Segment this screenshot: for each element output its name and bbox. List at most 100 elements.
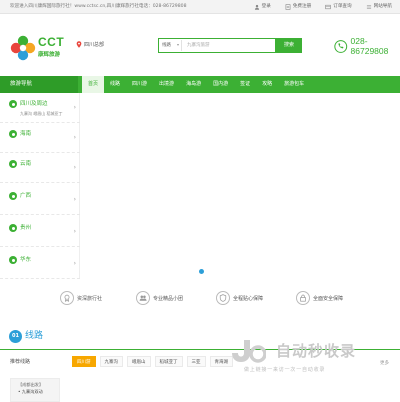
register-icon [285, 4, 291, 10]
search-category-label: 线路 [162, 43, 171, 48]
watermark-logo-icon [232, 340, 266, 363]
search-input[interactable] [185, 40, 273, 51]
main-nav: 旅游导航 首页 线路 四川游 出境游 海岛游 国内游 签证 攻略 旅游包车 [0, 76, 400, 93]
top-links: 登录 免费注册 订单查询 网站导航 [254, 0, 392, 14]
feature-item: 资深旅行社 [60, 291, 102, 305]
category-item[interactable]: 海南 › [0, 123, 80, 153]
feature-item: 全程贴心保障 [216, 291, 263, 305]
feature-label: 全面安全保障 [313, 295, 344, 302]
chevron-right-icon: › [73, 134, 76, 141]
feature-item: 专业精品小团 [136, 291, 183, 305]
search-button[interactable]: 搜索 [276, 38, 302, 53]
order-query-label: 订单查询 [333, 4, 352, 9]
category-item[interactable]: 四川及周边 九寨沟 峨眉山 稻城亚丁 › [0, 93, 80, 123]
lock-icon [296, 291, 310, 305]
city-label: 四川总部 [84, 42, 105, 48]
nav-item-domestic[interactable]: 国内游 [207, 76, 234, 93]
search-bar: 线路 搜索 [158, 38, 302, 53]
register-label: 免费注册 [292, 4, 312, 9]
phone-icon [334, 39, 348, 53]
hotline: 028-86729808 [334, 36, 400, 56]
route-tabs: 四川游 九寨沟 峨眉山 稻城亚丁 三亚 青海湖 [72, 356, 233, 367]
category-name: 海南 [20, 131, 32, 137]
category-name: 贵州 [20, 225, 32, 231]
site-nav-label: 网站导航 [373, 4, 392, 9]
site-nav-link[interactable]: 网站导航 [366, 0, 392, 14]
chevron-right-icon: › [73, 260, 76, 267]
nav-travel-guide[interactable]: 旅游导航 [0, 76, 78, 93]
location-pin-icon [76, 41, 82, 48]
nav-item-guides[interactable]: 攻略 [256, 76, 278, 93]
category-name: 华东 [20, 257, 32, 263]
nav-item-charter[interactable]: 旅游包车 [278, 76, 310, 93]
badge-icon [60, 291, 74, 305]
logo-subtitle: 康辉旅游 [38, 52, 61, 58]
category-dot-icon [9, 224, 17, 232]
site-logo[interactable]: CCT 康辉旅游 [10, 34, 72, 64]
nav-item-routes[interactable]: 线路 [104, 76, 126, 93]
tab-daocheng[interactable]: 稻城亚丁 [154, 356, 183, 367]
recommended-routes-label: 推荐线路 [10, 359, 31, 365]
flower-logo-icon [10, 35, 36, 61]
tab-jiuzhaigou[interactable]: 九寨沟 [99, 356, 123, 367]
route-card-title: • 九寨沟双动 [18, 389, 43, 394]
carousel-dot[interactable] [199, 269, 204, 274]
tab-sichuan[interactable]: 四川游 [72, 356, 96, 367]
top-bar: 欢迎进入四川康辉国际旅行社！www.cctsc.cn,四川康辉旅行社电话：028… [0, 0, 400, 14]
category-dot-icon [9, 256, 17, 264]
category-name: 广西 [20, 193, 32, 199]
logo-text: CCT [38, 35, 65, 49]
nav-item-sichuan[interactable]: 四川游 [126, 76, 153, 93]
route-card-tag: 【成都出发】 [18, 382, 44, 387]
nav-item-visa[interactable]: 签证 [234, 76, 256, 93]
site-header: CCT 康辉旅游 四川总部 线路 搜索 028-86729808 [0, 14, 400, 76]
watermark: 自动秒收录 做上链接一来访一次一自动收录 [228, 336, 394, 376]
tab-sanya[interactable]: 三亚 [186, 356, 206, 367]
welcome-text: 欢迎进入四川康辉国际旅行社！www.cctsc.cn,四川康辉旅行社电话：028… [10, 4, 187, 9]
category-dot-icon [9, 100, 17, 108]
user-icon [254, 4, 259, 10]
feature-item: 全面安全保障 [296, 291, 343, 305]
shield-icon [216, 291, 230, 305]
chevron-right-icon: › [73, 196, 76, 203]
category-item[interactable]: 广西 › [0, 185, 80, 215]
category-name: 四川及周边 [20, 101, 48, 107]
chevron-right-icon: › [73, 228, 76, 235]
feature-label: 资深旅行社 [77, 295, 103, 302]
category-item[interactable]: 云南 › [0, 153, 80, 183]
login-link[interactable]: 登录 [254, 0, 271, 14]
route-card[interactable]: 【成都出发】 • 九寨沟双动 [10, 378, 60, 402]
feature-label: 专业精品小团 [153, 295, 184, 302]
section-number-badge: 01 [9, 330, 22, 343]
order-query-link[interactable]: 订单查询 [325, 0, 352, 14]
register-link[interactable]: 免费注册 [285, 0, 311, 14]
category-subitems: 九寨沟 峨眉山 稻城亚丁 [20, 111, 63, 116]
login-label: 登录 [261, 4, 271, 9]
category-name: 云南 [20, 161, 32, 167]
chevron-down-icon [177, 44, 179, 46]
hotline-number: 028-86729808 [350, 36, 389, 56]
category-dot-icon [9, 160, 17, 168]
nav-item-outbound[interactable]: 出境游 [153, 76, 180, 93]
category-item[interactable]: 贵州 › [0, 217, 80, 247]
section-title: 线路 [25, 331, 44, 341]
category-dot-icon [9, 130, 17, 138]
category-dot-icon [9, 192, 17, 200]
search-box: 线路 [158, 38, 276, 53]
chevron-right-icon: › [73, 104, 76, 111]
tab-emeishan[interactable]: 峨眉山 [127, 356, 151, 367]
menu-icon [366, 5, 371, 9]
chevron-right-icon: › [73, 164, 76, 171]
nav-items: 首页 线路 四川游 出境游 海岛游 国内游 签证 攻略 旅游包车 [82, 76, 310, 93]
city-selector[interactable]: 四川总部 [76, 41, 104, 48]
watermark-text: 自动秒收录 [276, 342, 357, 360]
nav-item-home[interactable]: 首页 [82, 76, 105, 93]
category-sidebar: 四川及周边 九寨沟 峨眉山 稻城亚丁 › 海南 › 云南 › 广西 › 贵州 ›… [0, 93, 80, 279]
nav-item-island[interactable]: 海岛游 [180, 76, 207, 93]
feature-label: 全程贴心保障 [233, 295, 264, 302]
category-item[interactable]: 华东 › [0, 249, 80, 279]
banner-carousel[interactable] [80, 93, 400, 278]
search-category-select[interactable]: 线路 [160, 40, 182, 51]
watermark-subtext: 做上链接一来访一次一自动收录 [244, 367, 326, 373]
group-icon [136, 291, 150, 305]
